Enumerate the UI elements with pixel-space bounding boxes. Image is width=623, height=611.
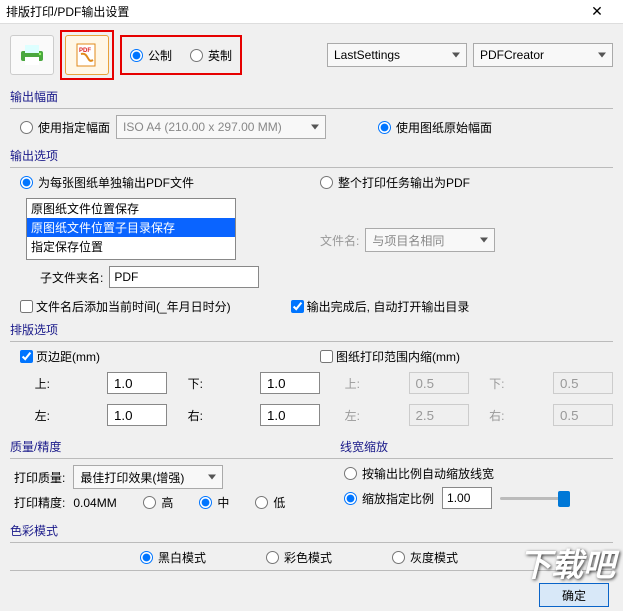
filename-combo: 与项目名相同 — [365, 228, 495, 252]
list-item[interactable]: 原图纸文件位置子目录保存 — [27, 218, 235, 237]
filename-label: 文件名: — [320, 232, 359, 249]
quality-combo[interactable]: 最佳打印效果(增强) — [73, 465, 223, 489]
output-legend: 输出选项 — [10, 147, 613, 164]
close-button[interactable]: ✕ — [577, 0, 617, 24]
inset-top-input — [409, 372, 469, 394]
unit-highlight: 公制 英制 — [120, 35, 242, 75]
toolbar: PDF 公制 英制 LastSettings PDFCreator — [10, 30, 613, 80]
layout-legend: 排版选项 — [10, 321, 613, 338]
frame-legend: 输出幅面 — [10, 88, 613, 105]
save-location-list[interactable]: 原图纸文件位置保存 原图纸文件位置子目录保存 指定保存位置 — [26, 198, 236, 260]
unit-metric-radio[interactable]: 公制 — [130, 47, 172, 64]
use-specified-radio[interactable]: 使用指定幅面 — [20, 119, 110, 136]
inset-right-input — [553, 404, 613, 426]
inset-check[interactable]: 图纸打印范围内缩(mm) — [320, 348, 460, 365]
precision-low-radio[interactable]: 低 — [255, 494, 285, 511]
linewidth-slider[interactable] — [500, 489, 570, 507]
color-gray-radio[interactable]: 灰度模式 — [392, 549, 458, 566]
linewidth-fixed-radio[interactable]: 缩放指定比例 — [344, 490, 434, 507]
subfolder-label: 子文件夹名: — [40, 269, 103, 286]
colormode-legend: 色彩模式 — [10, 522, 613, 539]
auto-open-check[interactable]: 输出完成后, 自动打开输出目录 — [291, 298, 470, 315]
list-item[interactable]: 指定保存位置 — [27, 237, 235, 256]
linewidth-value-input[interactable] — [442, 487, 492, 509]
use-original-radio[interactable]: 使用图纸原始幅面 — [378, 119, 492, 136]
ok-button[interactable]: 确定 — [539, 583, 609, 607]
precision-label: 打印精度: — [14, 494, 65, 511]
inset-left-input — [409, 404, 469, 426]
margin-top-input[interactable] — [107, 372, 167, 394]
unit-imperial-radio[interactable]: 英制 — [190, 47, 232, 64]
settings-combo[interactable]: LastSettings — [327, 43, 467, 67]
linewidth-auto-radio[interactable]: 按输出比例自动缩放线宽 — [344, 465, 494, 482]
quality-legend: 质量/精度 — [10, 438, 340, 455]
inset-bottom-input — [553, 372, 613, 394]
list-item[interactable]: 原图纸文件位置保存 — [27, 199, 235, 218]
margin-left-input[interactable] — [107, 404, 167, 426]
each-pdf-radio[interactable]: 为每张图纸单独输出PDF文件 — [20, 174, 194, 191]
pdf-button-highlight: PDF — [60, 30, 114, 80]
pdf-button[interactable]: PDF — [65, 35, 109, 75]
precision-mid-radio[interactable]: 中 — [199, 494, 229, 511]
margin-check[interactable]: 页边距(mm) — [20, 348, 100, 365]
color-bw-radio[interactable]: 黑白模式 — [140, 549, 206, 566]
printer-icon — [18, 43, 46, 67]
color-color-radio[interactable]: 彩色模式 — [266, 549, 332, 566]
titlebar: 排版打印/PDF输出设置 ✕ — [0, 0, 623, 24]
pdf-icon: PDF — [73, 42, 101, 68]
whole-pdf-radio[interactable]: 整个打印任务输出为PDF — [320, 174, 470, 191]
margin-right-input[interactable] — [260, 404, 320, 426]
precision-high-radio[interactable]: 高 — [143, 494, 173, 511]
print-button[interactable] — [10, 35, 54, 75]
paper-combo[interactable]: ISO A4 (210.00 x 297.00 MM) — [116, 115, 326, 139]
quality-label: 打印质量: — [14, 469, 65, 486]
subfolder-input[interactable] — [109, 266, 259, 288]
window-title: 排版打印/PDF输出设置 — [6, 3, 577, 20]
printer-combo[interactable]: PDFCreator — [473, 43, 613, 67]
linewidth-legend: 线宽缩放 — [340, 438, 613, 455]
append-time-check[interactable]: 文件名后添加当前时间(_年月日时分) — [20, 298, 231, 315]
precision-value: 0.04MM — [73, 496, 135, 510]
margin-bottom-input[interactable] — [260, 372, 320, 394]
